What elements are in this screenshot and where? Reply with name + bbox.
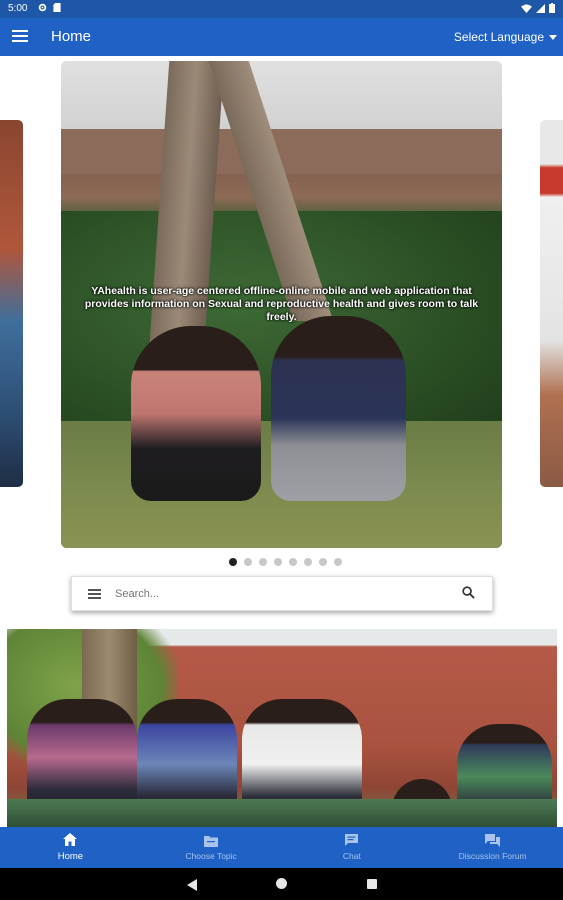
- wifi-icon: [521, 3, 532, 16]
- search-bar: [71, 576, 493, 611]
- image-carousel[interactable]: YAhealth is user-age centered offline-on…: [0, 56, 563, 576]
- carousel-dot[interactable]: [259, 558, 267, 566]
- gear-icon: [38, 3, 47, 15]
- app-bar: Home Select Language: [0, 18, 563, 56]
- chat-bubble-icon: [345, 834, 359, 851]
- current-slide-card[interactable]: YAhealth is user-age centered offline-on…: [61, 61, 502, 548]
- forum-icon: [485, 834, 501, 851]
- bottom-navigation: Home Choose Topic Chat Discussion Forum: [0, 827, 563, 868]
- carousel-dot[interactable]: [304, 558, 312, 566]
- carousel-dot[interactable]: [244, 558, 252, 566]
- home-icon: [63, 833, 78, 851]
- tab-home[interactable]: Home: [0, 827, 141, 868]
- search-icon[interactable]: [462, 586, 475, 604]
- menu-icon[interactable]: [88, 589, 101, 601]
- previous-slide-card[interactable]: [0, 120, 23, 487]
- carousel-dot[interactable]: [229, 558, 237, 566]
- tab-chat[interactable]: Chat: [282, 827, 423, 868]
- folder-icon: [204, 835, 219, 851]
- back-icon[interactable]: [187, 878, 197, 896]
- recent-apps-icon[interactable]: [367, 879, 377, 889]
- tab-label: Chat: [342, 851, 361, 861]
- tab-label: Choose Topic: [185, 850, 237, 861]
- language-selector[interactable]: Select Language: [454, 30, 557, 44]
- tab-label: Discussion Forum: [458, 851, 527, 861]
- carousel-dot[interactable]: [274, 558, 282, 566]
- carousel-caption: YAhealth is user-age centered offline-on…: [84, 285, 479, 323]
- tab-choose-topic[interactable]: Choose Topic: [141, 827, 282, 868]
- status-bar: 5:00: [0, 0, 563, 18]
- slide-photo-person: [131, 326, 261, 501]
- status-time: 5:00: [8, 3, 28, 14]
- caret-down-icon: [549, 34, 557, 40]
- carousel-indicator: [229, 558, 342, 566]
- group-photo: [7, 629, 557, 827]
- tab-label: Home: [57, 851, 84, 862]
- search-input[interactable]: [113, 584, 447, 604]
- battery-icon: [549, 3, 555, 16]
- carousel-dot[interactable]: [334, 558, 342, 566]
- language-selector-label: Select Language: [453, 30, 544, 44]
- tab-discussion-forum[interactable]: Discussion Forum: [422, 827, 563, 868]
- home-circle-icon[interactable]: [276, 878, 287, 889]
- signal-icon: [536, 3, 545, 16]
- system-navigation-bar: [0, 868, 563, 900]
- sim-icon: [53, 3, 61, 15]
- page-title: Home: [51, 28, 92, 45]
- slide-photo-person: [271, 316, 406, 501]
- carousel-dot[interactable]: [289, 558, 297, 566]
- next-slide-card[interactable]: [540, 120, 563, 487]
- hamburger-menu-icon[interactable]: [12, 28, 28, 42]
- carousel-dot[interactable]: [319, 558, 327, 566]
